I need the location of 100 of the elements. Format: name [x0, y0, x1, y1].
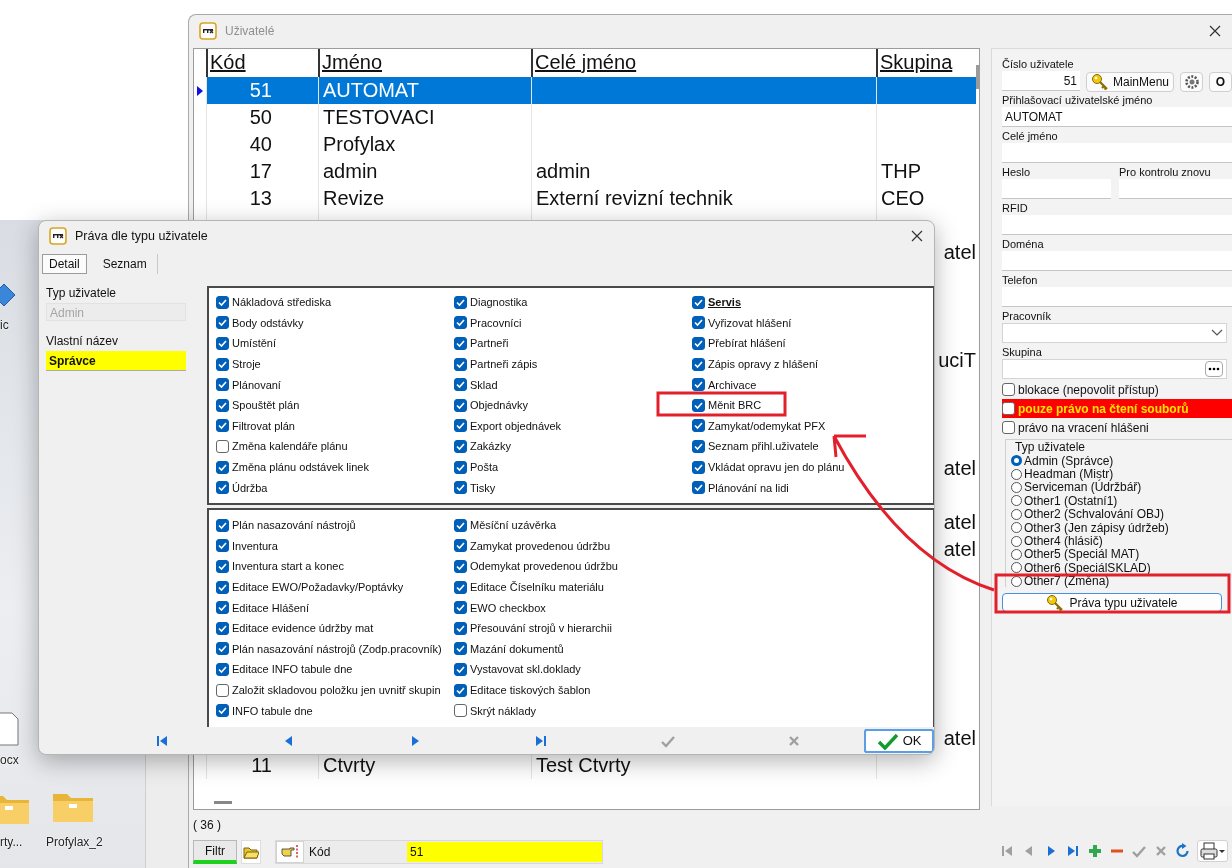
table-row[interactable]: 13 Revize Externí revizní technik CEO: [194, 185, 976, 212]
checkbox[interactable]: [454, 378, 467, 392]
checkbox[interactable]: [692, 460, 705, 474]
dropdown-field[interactable]: [1002, 323, 1227, 343]
checkbox[interactable]: [454, 662, 467, 676]
icon-label[interactable]: Profylax_2: [46, 835, 103, 849]
checkbox[interactable]: [216, 601, 229, 615]
text-field[interactable]: [1002, 215, 1232, 235]
checkbox[interactable]: [216, 439, 229, 453]
open-button[interactable]: [241, 840, 261, 864]
icon-label[interactable]: rty...: [0, 835, 23, 849]
checkbox[interactable]: [454, 642, 467, 656]
checkbox[interactable]: [692, 481, 705, 495]
checkbox[interactable]: [216, 378, 229, 392]
checkbox[interactable]: [216, 481, 229, 495]
tab[interactable]: Detail: [42, 254, 87, 274]
text-field[interactable]: [1002, 359, 1227, 379]
ok-button[interactable]: OK: [864, 728, 934, 753]
checkbox[interactable]: [454, 539, 467, 553]
more-button[interactable]: [1205, 361, 1223, 377]
table-row[interactable]: 51 AUTOMAT: [194, 77, 976, 104]
checkbox[interactable]: [454, 357, 467, 371]
radio-button[interactable]: [1011, 455, 1022, 467]
text-field[interactable]: 51: [1002, 71, 1080, 91]
checkbox[interactable]: [454, 460, 467, 474]
last-icon[interactable]: [1065, 843, 1081, 859]
checkbox[interactable]: [216, 398, 229, 412]
table-row[interactable]: 17 admin admin THP: [194, 158, 976, 185]
checkbox[interactable]: [692, 378, 705, 392]
scrollbar-thumb[interactable]: [976, 65, 979, 89]
radio-button[interactable]: [1011, 575, 1022, 587]
checkbox[interactable]: [454, 601, 467, 615]
checkbox[interactable]: [216, 337, 229, 350]
text-field[interactable]: AUTOMAT: [1002, 107, 1232, 127]
icon-label[interactable]: ic: [0, 318, 9, 332]
checkbox[interactable]: [692, 295, 705, 309]
radio-button[interactable]: [1011, 535, 1022, 547]
checkbox[interactable]: [454, 580, 467, 594]
column-header[interactable]: Kód: [206, 49, 318, 77]
checkbox[interactable]: [216, 704, 229, 718]
close-icon[interactable]: [910, 229, 924, 243]
scrollbar-thumb[interactable]: [214, 800, 232, 804]
checkbox[interactable]: [454, 518, 467, 532]
column-header[interactable]: Jméno: [318, 49, 531, 77]
checkbox[interactable]: [692, 316, 705, 330]
o-button[interactable]: O: [1209, 71, 1232, 92]
radio-button[interactable]: [1011, 548, 1022, 560]
checkbox[interactable]: [216, 460, 229, 474]
radio-button[interactable]: [1011, 468, 1022, 480]
radio-button[interactable]: [1011, 522, 1022, 534]
checkbox[interactable]: [216, 662, 229, 676]
checkbox[interactable]: [216, 560, 229, 573]
text-field[interactable]: [1002, 287, 1232, 307]
checkbox[interactable]: [454, 683, 467, 697]
checkbox[interactable]: [216, 316, 229, 330]
checkbox[interactable]: [454, 419, 467, 433]
radio-button[interactable]: [1011, 481, 1022, 493]
checkbox[interactable]: [692, 439, 705, 453]
radio-button[interactable]: [1011, 508, 1022, 520]
print-button[interactable]: [1197, 840, 1228, 862]
close-icon[interactable]: [1208, 23, 1222, 38]
table-row[interactable]: 50 TESTOVACI: [194, 104, 976, 131]
checkbox[interactable]: [1002, 421, 1015, 434]
checkbox[interactable]: [216, 295, 229, 309]
checkbox[interactable]: [454, 316, 467, 330]
checkbox[interactable]: [692, 357, 705, 371]
icon-label[interactable]: ocx: [0, 753, 19, 767]
main-menu-button[interactable]: MainMenu: [1086, 71, 1175, 92]
checkbox[interactable]: [216, 539, 229, 553]
column-header[interactable]: Celé jméno: [531, 49, 876, 77]
refresh-icon[interactable]: [1175, 843, 1191, 859]
checkbox[interactable]: [454, 439, 467, 453]
checkbox[interactable]: [692, 398, 705, 412]
gear-button[interactable]: [1180, 71, 1203, 92]
checkbox[interactable]: [454, 560, 467, 573]
filter-field[interactable]: 51: [407, 842, 602, 862]
checkbox[interactable]: [216, 621, 229, 635]
checkbox[interactable]: [454, 621, 467, 635]
checkbox[interactable]: [454, 481, 467, 495]
checkbox[interactable]: [216, 683, 229, 697]
filter-button[interactable]: Filtr: [193, 840, 237, 864]
checkbox[interactable]: [216, 642, 229, 656]
checkbox[interactable]: [454, 398, 467, 412]
radio-button[interactable]: [1011, 562, 1022, 574]
table-row[interactable]: 40 Profylax: [194, 131, 976, 158]
checkbox[interactable]: [692, 419, 705, 433]
text-field[interactable]: Správce: [46, 351, 186, 371]
text-field[interactable]: [1002, 179, 1111, 199]
tab[interactable]: Seznam: [92, 254, 158, 274]
checkbox[interactable]: [692, 337, 705, 350]
plus-icon[interactable]: [1087, 843, 1103, 859]
checkbox[interactable]: [454, 295, 467, 309]
checkbox[interactable]: [216, 419, 229, 433]
checkbox[interactable]: [454, 704, 467, 718]
checkbox[interactable]: [1002, 383, 1015, 396]
pointer-button[interactable]: [276, 841, 304, 863]
checkbox[interactable]: [216, 357, 229, 371]
text-field[interactable]: [1002, 251, 1232, 271]
text-field[interactable]: [1002, 143, 1232, 163]
radio-button[interactable]: [1011, 495, 1022, 507]
